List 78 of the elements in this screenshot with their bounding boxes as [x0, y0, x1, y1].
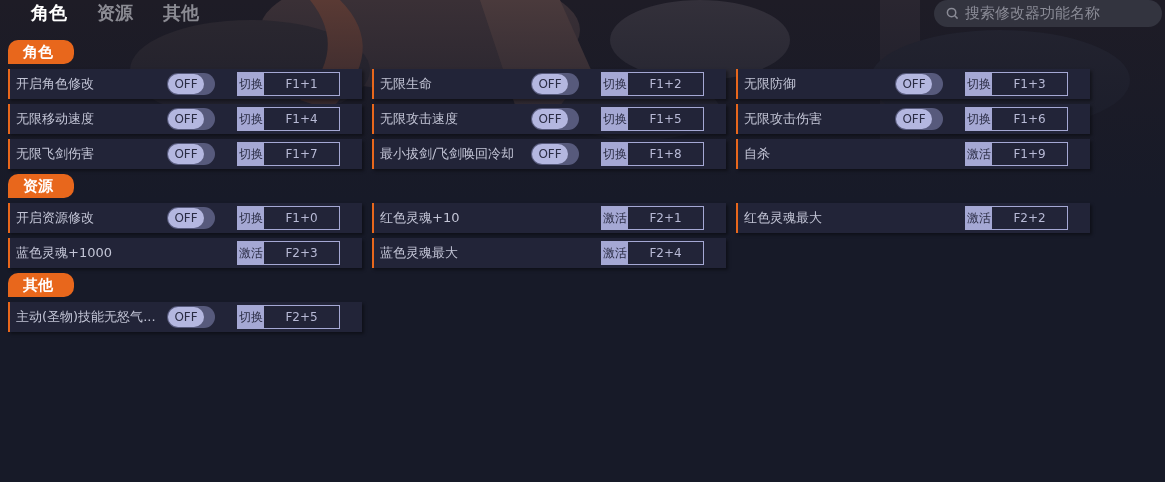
hotkey-action: 激活: [602, 207, 628, 229]
hotkey-action: 切换: [602, 73, 628, 95]
hotkey-action: 激活: [966, 207, 992, 229]
cheat-label: 最小拔剑/飞剑唤回冷却: [380, 145, 516, 164]
hotkey-key: F1+8: [628, 143, 703, 165]
cheat-label: 红色灵魂+10: [380, 209, 461, 228]
hotkey-key: F2+5: [264, 306, 339, 328]
hotkey-box[interactable]: 激活 F2+4: [601, 241, 704, 265]
hotkey-box[interactable]: 激活 F2+3: [237, 241, 340, 265]
hotkey-box[interactable]: 切换 F1+1: [237, 72, 340, 96]
hotkey-key: F1+0: [264, 207, 339, 229]
hotkey-key: F2+4: [628, 242, 703, 264]
toggle-switch[interactable]: OFF: [531, 73, 579, 95]
hotkey-key: F1+4: [264, 108, 339, 130]
hotkey-box[interactable]: 切换 F1+4: [237, 107, 340, 131]
hotkey-action: 切换: [238, 143, 264, 165]
toggle-switch[interactable]: OFF: [895, 108, 943, 130]
section-heading: 资源: [8, 174, 74, 198]
hotkey-action: 切换: [966, 73, 992, 95]
section-heading: 角色: [8, 40, 74, 64]
hotkey-box[interactable]: 切换 F1+7: [237, 142, 340, 166]
toggle-switch[interactable]: OFF: [167, 143, 215, 165]
hotkey-key: F1+7: [264, 143, 339, 165]
hotkey-key: F2+2: [992, 207, 1067, 229]
hotkey-box[interactable]: 切换 F1+8: [601, 142, 704, 166]
hotkey-action: 激活: [966, 143, 992, 165]
hotkey-box[interactable]: 激活 F2+1: [601, 206, 704, 230]
hotkey-action: 切换: [238, 207, 264, 229]
tab[interactable]: 资源: [97, 1, 133, 25]
hotkey-action: 激活: [602, 242, 628, 264]
toggle-switch[interactable]: OFF: [531, 143, 579, 165]
cheat-label: 红色灵魂最大: [744, 209, 823, 228]
toggle-switch[interactable]: OFF: [895, 73, 943, 95]
hotkey-action: 切换: [602, 143, 628, 165]
toggle-switch[interactable]: OFF: [167, 306, 215, 328]
cheat-label: 无限生命: [380, 75, 433, 94]
hotkey-box[interactable]: 切换 F2+5: [237, 305, 340, 329]
hotkey-key: F1+6: [992, 108, 1067, 130]
hotkey-box[interactable]: 激活 F1+9: [965, 142, 1068, 166]
cheat-label: 主动(圣物)技能无怒气...: [16, 308, 157, 327]
tab[interactable]: 角色: [31, 1, 67, 25]
hotkey-action: 激活: [238, 242, 264, 264]
cheat-label: 无限攻击伤害: [744, 110, 823, 129]
hotkey-action: 切换: [238, 108, 264, 130]
section-heading: 其他: [8, 273, 74, 297]
cheat-label: 开启角色修改: [16, 75, 95, 94]
hotkey-key: F1+9: [992, 143, 1067, 165]
cheat-label: 无限飞剑伤害: [16, 145, 95, 164]
toggle-switch[interactable]: OFF: [531, 108, 579, 130]
hotkey-box[interactable]: 切换 F1+6: [965, 107, 1068, 131]
hotkey-key: F2+3: [264, 242, 339, 264]
hotkey-box[interactable]: 激活 F2+2: [965, 206, 1068, 230]
cheat-label: 开启资源修改: [16, 209, 95, 228]
hotkey-action: 切换: [602, 108, 628, 130]
cheat-label: 自杀: [744, 145, 771, 164]
toggle-switch[interactable]: OFF: [167, 108, 215, 130]
hotkey-box[interactable]: 切换 F1+0: [237, 206, 340, 230]
cheat-label: 蓝色灵魂最大: [380, 244, 459, 263]
cheat-label: 无限攻击速度: [380, 110, 459, 129]
cheat-label: 蓝色灵魂+1000: [16, 244, 113, 263]
toggle-switch[interactable]: OFF: [167, 207, 215, 229]
hotkey-key: F1+3: [992, 73, 1067, 95]
hotkey-box[interactable]: 切换 F1+3: [965, 72, 1068, 96]
hotkey-action: 切换: [966, 108, 992, 130]
toggle-switch[interactable]: OFF: [167, 73, 215, 95]
search-icon: [946, 7, 959, 20]
hotkey-key: F2+1: [628, 207, 703, 229]
hotkey-key: F1+1: [264, 73, 339, 95]
hotkey-action: 切换: [238, 73, 264, 95]
hotkey-action: 切换: [238, 306, 264, 328]
cheat-label: 无限防御: [744, 75, 797, 94]
hotkey-box[interactable]: 切换 F1+2: [601, 72, 704, 96]
hotkey-key: F1+2: [628, 73, 703, 95]
hotkey-key: F1+5: [628, 108, 703, 130]
cheat-label: 无限移动速度: [16, 110, 95, 129]
tab[interactable]: 其他: [163, 1, 199, 25]
hotkey-box[interactable]: 切换 F1+5: [601, 107, 704, 131]
search-field[interactable]: 搜索修改器功能名称: [934, 0, 1162, 27]
